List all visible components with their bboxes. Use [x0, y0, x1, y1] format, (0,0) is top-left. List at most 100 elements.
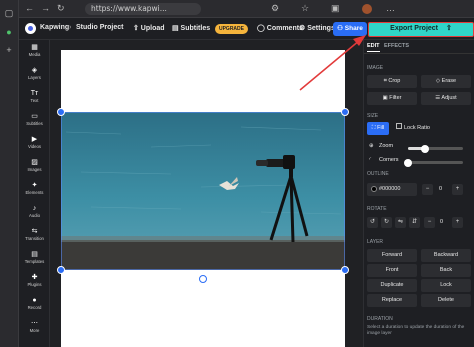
- tool-videos[interactable]: ▶ Videos: [19, 136, 50, 150]
- tool-plugins[interactable]: ✚ Plugins: [19, 274, 50, 288]
- duplicate-button[interactable]: Duplicate: [367, 279, 417, 292]
- rotate-right-icon[interactable]: ↻: [381, 217, 392, 228]
- filter-button[interactable]: ▣ Filter: [367, 92, 417, 105]
- tool-subtitles-icon: ▭: [31, 113, 38, 120]
- profile-avatar[interactable]: [362, 4, 372, 14]
- rotate-section-title: ROTATE: [367, 206, 387, 212]
- edit-panel: EDIT EFFECTS IMAGE ⌗ Crop ◇ Erase ▣ Filt…: [363, 40, 474, 347]
- tool-label: Audio: [29, 213, 40, 218]
- tool-text[interactable]: Tт Text: [19, 90, 50, 104]
- rotate-left-icon[interactable]: ↺: [367, 217, 378, 228]
- tool-label: Templates: [24, 259, 45, 264]
- browser-toolbar: ← → ↻ https://www.kapwi... ⚙ ☆ ▣ …: [19, 0, 474, 18]
- resize-handle-top-right[interactable]: [341, 108, 349, 116]
- lock-button[interactable]: Lock: [421, 279, 471, 292]
- collections-icon[interactable]: ▣: [331, 3, 340, 14]
- forward-button[interactable]: Forward: [367, 249, 417, 262]
- resize-handle-bottom-left[interactable]: [57, 266, 65, 274]
- tab-icon[interactable]: ▢: [0, 8, 18, 19]
- settings-button[interactable]: ⚙ Settings: [299, 24, 335, 32]
- flip-horizontal-icon[interactable]: ⇋: [395, 217, 406, 228]
- refresh-icon[interactable]: ↻: [57, 3, 65, 14]
- crop-button[interactable]: ⌗ Crop: [367, 75, 417, 88]
- resize-handle-bottom-right[interactable]: [341, 266, 349, 274]
- tool-videos-icon: ▶: [31, 136, 38, 143]
- menu-icon[interactable]: …: [386, 3, 395, 13]
- rotate-handle[interactable]: [199, 275, 207, 283]
- size-section-title: SIZE: [367, 113, 379, 119]
- back-icon[interactable]: ←: [25, 3, 34, 13]
- project-title[interactable]: Studio Project: [76, 24, 123, 31]
- tool-subtitles[interactable]: ▭ Subtitles: [19, 113, 50, 127]
- extensions-icon[interactable]: ⚙: [271, 3, 279, 14]
- tool-text-icon: Tт: [30, 90, 39, 97]
- panel-tabs: EDIT EFFECTS: [364, 40, 474, 54]
- delete-button[interactable]: Delete: [421, 294, 471, 307]
- tool-record-icon: ●: [32, 297, 37, 304]
- outline-color-picker[interactable]: #000000: [367, 183, 417, 196]
- outline-width-value[interactable]: 0: [439, 186, 442, 192]
- tool-label: Images: [27, 167, 42, 172]
- upgrade-button[interactable]: UPGRADE: [215, 24, 248, 34]
- adjust-button[interactable]: ☰ Adjust: [421, 92, 471, 105]
- zoom-slider-knob[interactable]: [420, 144, 429, 153]
- zoom-slider[interactable]: [408, 144, 463, 153]
- rotate-plus-button[interactable]: +: [452, 217, 463, 228]
- subtitles-button[interactable]: ▤ Subtitles: [172, 24, 210, 32]
- lock-ratio-label: Lock Ratio: [404, 125, 430, 131]
- lock-ratio-toggle[interactable]: Lock Ratio: [393, 122, 433, 135]
- favorites-icon[interactable]: ☆: [301, 3, 309, 14]
- tool-layers-icon: ◈: [31, 67, 38, 74]
- layer-section-title: LAYER: [367, 239, 384, 245]
- tab-effects[interactable]: EFFECTS: [384, 43, 409, 49]
- front-button[interactable]: Front: [367, 264, 417, 277]
- outline-section-title: OUTLINE: [367, 171, 389, 177]
- tool-label: Text: [30, 98, 39, 103]
- corners-slider-knob[interactable]: [404, 158, 412, 167]
- duration-hint: Select a duration to update the duration…: [367, 325, 465, 336]
- erase-button[interactable]: ◇ Erase: [421, 75, 471, 88]
- replace-button[interactable]: Replace: [367, 294, 417, 307]
- tool-audio[interactable]: ♪ Audio: [19, 205, 50, 219]
- outline-plus-button[interactable]: +: [452, 184, 463, 195]
- tool-label: Media: [28, 52, 41, 57]
- resize-handle-top-left[interactable]: [57, 108, 65, 116]
- tab-edit[interactable]: EDIT: [367, 43, 380, 52]
- tool-record[interactable]: ● Record: [19, 297, 50, 311]
- tool-media[interactable]: ▦ Media: [19, 44, 50, 58]
- backward-button[interactable]: Backward: [421, 249, 471, 262]
- canvas-area: [50, 40, 363, 347]
- tool-label: Record: [27, 305, 42, 310]
- comments-button[interactable]: ◯ Comments: [257, 24, 303, 32]
- tool-more[interactable]: ⋯ More: [19, 320, 50, 334]
- tool-label: Layers: [28, 75, 41, 80]
- rotate-value[interactable]: 0: [440, 219, 443, 225]
- tool-images[interactable]: ▨ Images: [19, 159, 50, 173]
- fill-button[interactable]: ⛶ Fill: [367, 122, 389, 135]
- kapwing-logo-icon[interactable]: [25, 23, 36, 34]
- share-button[interactable]: ⚇ Share: [333, 22, 367, 36]
- rotate-minus-button[interactable]: −: [424, 217, 435, 228]
- export-project-button[interactable]: Export Project ⇧: [368, 22, 474, 37]
- tool-transition-icon: ⇆: [31, 228, 38, 235]
- tool-templates[interactable]: ▤ Templates: [19, 251, 50, 265]
- tool-elements[interactable]: ✦ Elements: [19, 182, 50, 196]
- forward-icon[interactable]: →: [41, 3, 50, 13]
- flip-vertical-icon[interactable]: ⇵: [409, 217, 420, 228]
- outline-color-swatch: [371, 185, 377, 192]
- corners-slider[interactable]: [404, 158, 463, 167]
- outline-minus-button[interactable]: −: [422, 184, 433, 195]
- tool-transition[interactable]: ⇆ Transition: [19, 228, 50, 242]
- tool-elements-icon: ✦: [31, 182, 38, 189]
- upload-button[interactable]: ⇧ Upload: [133, 24, 165, 32]
- duration-section-title: DURATION: [367, 316, 393, 322]
- tool-plugins-icon: ✚: [31, 274, 38, 281]
- back-button[interactable]: Back: [421, 264, 471, 277]
- app-name[interactable]: Kapwing: [40, 24, 69, 31]
- address-bar[interactable]: https://www.kapwi...: [85, 3, 201, 15]
- tool-layers[interactable]: ◈ Layers: [19, 67, 50, 81]
- edge-icon[interactable]: ●: [0, 27, 18, 37]
- add-icon[interactable]: +: [0, 45, 18, 55]
- lock-ratio-checkbox[interactable]: [396, 123, 402, 129]
- browser-sidebar: ▢ ● +: [0, 0, 19, 347]
